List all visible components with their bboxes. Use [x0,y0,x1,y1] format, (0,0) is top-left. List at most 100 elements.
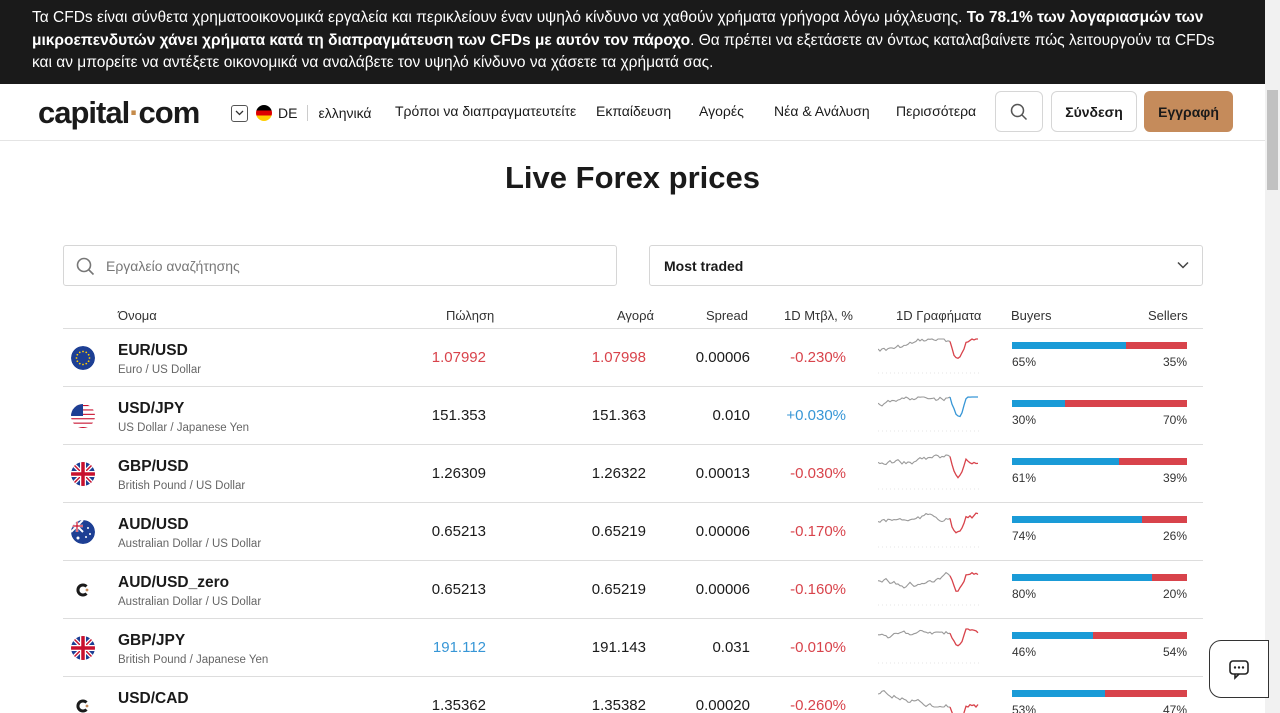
instrument-symbol[interactable]: AUD/USD [118,516,189,534]
table-row[interactable]: AUD/USD_zero Australian Dollar / US Doll… [63,561,1203,619]
germany-flag-icon [256,105,272,121]
buyers-fill [1012,574,1152,581]
logo-dot: · [129,95,139,130]
spread-value: 0.00013 [695,465,750,482]
spread-value: 0.00006 [695,523,750,540]
spread-value: 0.00006 [695,581,750,598]
login-button[interactable]: Σύνδεση [1051,91,1137,132]
sentiment-bar [1012,400,1187,407]
search-icon [1010,103,1028,120]
buy-price: 0.65219 [591,523,646,540]
search-input[interactable] [106,254,606,278]
chevron-down-icon [231,104,248,122]
sparkline-chart [878,396,980,432]
sentiment-bar [1012,516,1187,523]
capital-logo-icon [71,578,95,602]
sell-price: 1.07992 [431,349,486,366]
sellers-percent: 70% [1162,413,1187,427]
eu-flag-icon [71,346,95,370]
buyers-fill [1012,458,1119,465]
chevron-down-icon [1177,261,1189,269]
instrument-symbol[interactable]: USD/JPY [118,400,184,418]
buy-price: 151.363 [591,407,646,424]
table-row[interactable]: GBP/USD British Pound / US Dollar 1.2630… [63,445,1203,503]
scrollbar-thumb[interactable] [1267,90,1278,190]
logo-main: capital [38,95,130,130]
chat-button[interactable] [1209,640,1269,698]
instrument-search[interactable] [63,245,617,286]
sellers-fill [1064,400,1187,407]
scrollbar[interactable] [1265,0,1280,713]
risk-warning-banner: Τα CFDs είναι σύνθετα χρηματοοικονομικά … [0,0,1265,84]
sellers-percent: 35% [1162,355,1187,369]
instrument-symbol[interactable]: EUR/USD [118,342,188,360]
change-percent: +0.030% [786,407,846,424]
us-flag-icon [71,404,95,428]
buyers-percent: 74% [1012,529,1037,543]
signup-button[interactable]: Εγγραφή [1144,91,1233,132]
sellers-fill [1125,342,1187,349]
buy-price: 1.26322 [591,465,646,482]
nav-item-ways-to-trade[interactable]: Τρόποι να διαπραγματευτείτε [395,103,576,119]
sellers-fill [1118,458,1187,465]
buyers-percent: 61% [1012,471,1037,485]
change-percent: -0.030% [790,465,846,482]
table-row[interactable]: USD/CAD 1.35362 1.35382 0.00020 -0.260% … [63,677,1203,713]
sellers-percent: 20% [1162,587,1187,601]
search-button[interactable] [995,91,1043,132]
chat-icon [1229,660,1249,680]
change-percent: -0.160% [790,581,846,598]
risk-text-1: Τα CFDs είναι σύνθετα χρηματοοικονομικά … [32,9,967,26]
sentiment-bar [1012,690,1187,697]
table-row[interactable]: USD/JPY US Dollar / Japanese Yen 151.353… [63,387,1203,445]
instrument-name: Euro / US Dollar [118,364,202,376]
nav-item-news-analysis[interactable]: Νέα & Ανάλυση [774,103,870,119]
lang-code: DE [278,105,298,121]
sell-price: 0.65213 [431,581,486,598]
column-header-change[interactable]: 1D Μτβλ, % [784,308,853,323]
column-header-name[interactable]: Όνομα [118,308,157,323]
instrument-symbol[interactable]: AUD/USD_zero [118,574,229,592]
australia-flag-icon [71,520,95,544]
sell-price: 1.26309 [431,465,486,482]
instrument-symbol[interactable]: USD/CAD [118,690,189,708]
column-header-spread[interactable]: Spread [706,308,748,323]
sell-price: 191.112 [432,639,486,656]
spread-value: 0.00020 [695,697,750,713]
site-header: capital·com DE ελληνικά Τρόποι να διαπρα… [0,84,1265,141]
sparkline-chart [878,454,980,490]
uk-flag-icon [71,462,95,486]
nav-item-markets[interactable]: Αγορές [699,103,744,119]
logo[interactable]: capital·com [38,95,200,131]
sentiment-bar [1012,574,1187,581]
nav-item-more[interactable]: Περισσότερα [896,103,976,119]
table-row[interactable]: EUR/USD Euro / US Dollar 1.07992 1.07998… [63,329,1203,387]
instrument-name: US Dollar / Japanese Yen [118,422,250,434]
buyers-percent: 30% [1012,413,1037,427]
sparkline-chart [878,512,980,548]
change-percent: -0.230% [790,349,846,366]
nav-item-education[interactable]: Εκπαίδευση [596,103,671,119]
language-selector[interactable]: DE ελληνικά [231,103,372,123]
sell-price: 151.353 [431,407,486,424]
sellers-fill [1152,574,1187,581]
sell-price: 0.65213 [431,523,486,540]
column-header-buy[interactable]: Αγορά [617,308,654,323]
sort-selected-value: Most traded [664,258,744,274]
table-row[interactable]: AUD/USD Australian Dollar / US Dollar 0.… [63,503,1203,561]
instrument-name: British Pound / US Dollar [118,480,246,492]
buyers-percent: 80% [1012,587,1037,601]
buyers-percent: 53% [1012,703,1037,713]
instrument-symbol[interactable]: GBP/JPY [118,632,185,650]
change-percent: -0.010% [790,639,846,656]
buy-price: 1.35382 [591,697,646,713]
table-row[interactable]: GBP/JPY British Pound / Japanese Yen 191… [63,619,1203,677]
buy-price: 0.65219 [591,581,646,598]
spread-value: 0.010 [712,407,750,424]
instrument-symbol[interactable]: GBP/USD [118,458,189,476]
column-header-sell[interactable]: Πώληση [446,308,494,323]
sellers-fill [1092,632,1187,639]
buyers-fill [1012,400,1065,407]
buyers-fill [1012,516,1142,523]
sort-select[interactable]: Most traded [649,245,1203,286]
